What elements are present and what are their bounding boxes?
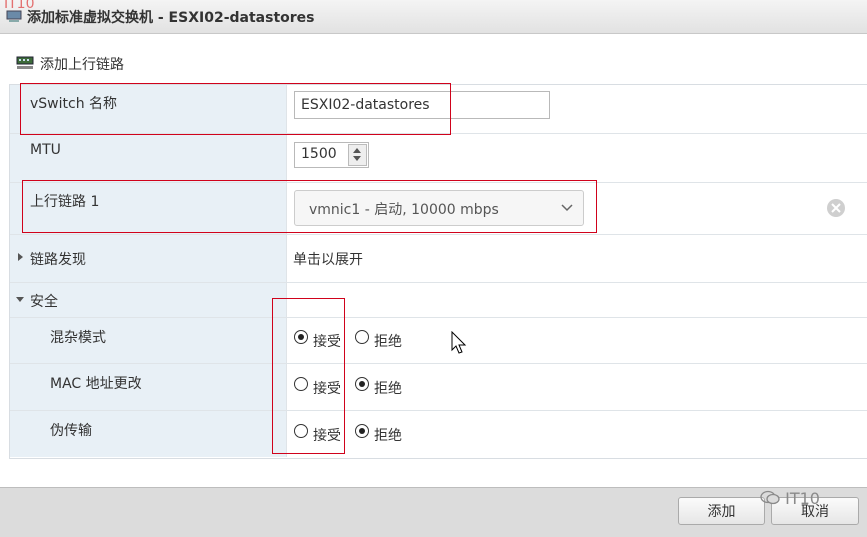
increment-icon[interactable] [353, 148, 361, 153]
mtu-value: 1500 [301, 146, 337, 162]
watermark-bottom: IT10 [760, 489, 820, 508]
watermark-text: IT10 [785, 489, 820, 508]
promiscuous-label: 混杂模式 [50, 330, 106, 346]
forged-transmit-accept-label[interactable]: 接受 [313, 425, 341, 445]
uplink1-select[interactable]: vmnic1 - 启动, 10000 mbps [294, 190, 584, 226]
promiscuous-accept-radio[interactable] [294, 330, 308, 344]
mac-change-reject-label[interactable]: 拒绝 [374, 378, 402, 398]
promiscuous-row: 混杂模式 接受 拒绝 [10, 318, 867, 364]
promiscuous-accept-label[interactable]: 接受 [313, 331, 341, 351]
add-uplink-label: 添加上行链路 [40, 57, 124, 73]
add-button[interactable]: 添加 [678, 497, 765, 525]
uplink1-row: 上行链路 1 vmnic1 - 启动, 10000 mbps [10, 183, 867, 235]
mtu-stepper-buttons[interactable] [348, 144, 367, 166]
mac-change-reject-radio[interactable] [355, 377, 369, 391]
forged-transmit-row: 伪传输 接受 拒绝 [10, 411, 867, 457]
vswitch-name-row: vSwitch 名称 ESXI02-datastores [10, 85, 867, 134]
uplink1-selected-value: vmnic1 - 启动, 10000 mbps [309, 202, 499, 218]
vswitch-name-label: vSwitch 名称 [30, 96, 118, 112]
link-discovery-label: 链路发现 [30, 252, 86, 268]
mtu-row: MTU 1500 [10, 134, 867, 183]
mac-change-row: MAC 地址更改 接受 拒绝 [10, 364, 867, 411]
dialog-titlebar: IT10 添加标准虚拟交换机 - ESXI02-datastores [0, 0, 867, 34]
security-row[interactable]: 安全 [10, 283, 867, 318]
chevron-down-icon [561, 204, 573, 212]
link-discovery-hint[interactable]: 单击以展开 [293, 249, 363, 269]
mac-change-accept-label[interactable]: 接受 [313, 378, 341, 398]
network-uplink-icon [16, 56, 34, 69]
promiscuous-reject-label[interactable]: 拒绝 [374, 331, 402, 351]
mtu-label: MTU [30, 142, 61, 158]
mouse-cursor-icon [451, 331, 467, 354]
remove-uplink-icon[interactable] [827, 199, 845, 217]
mtu-stepper[interactable]: 1500 [294, 142, 369, 168]
mac-change-label: MAC 地址更改 [50, 376, 142, 392]
promiscuous-reject-radio[interactable] [355, 330, 369, 344]
link-discovery-row[interactable]: 链路发现 单击以展开 [10, 235, 867, 283]
chat-bubble-icon [760, 490, 780, 505]
mac-change-accept-radio[interactable] [294, 377, 308, 391]
expand-arrow-icon[interactable] [18, 253, 23, 261]
dialog-title: 添加标准虚拟交换机 - ESXI02-datastores [27, 10, 315, 26]
forged-transmit-reject-label[interactable]: 拒绝 [374, 425, 402, 445]
decrement-icon[interactable] [353, 156, 361, 161]
collapse-arrow-icon[interactable] [16, 297, 24, 302]
uplink1-label: 上行链路 1 [30, 194, 100, 210]
vswitch-name-input[interactable]: ESXI02-datastores [294, 91, 550, 119]
vswitch-form: vSwitch 名称 ESXI02-datastores MTU 1500 上行… [9, 84, 867, 459]
forged-transmit-reject-radio[interactable] [355, 424, 369, 438]
security-label: 安全 [30, 294, 58, 310]
forged-transmit-accept-radio[interactable] [294, 424, 308, 438]
forged-transmit-label: 伪传输 [50, 423, 92, 439]
